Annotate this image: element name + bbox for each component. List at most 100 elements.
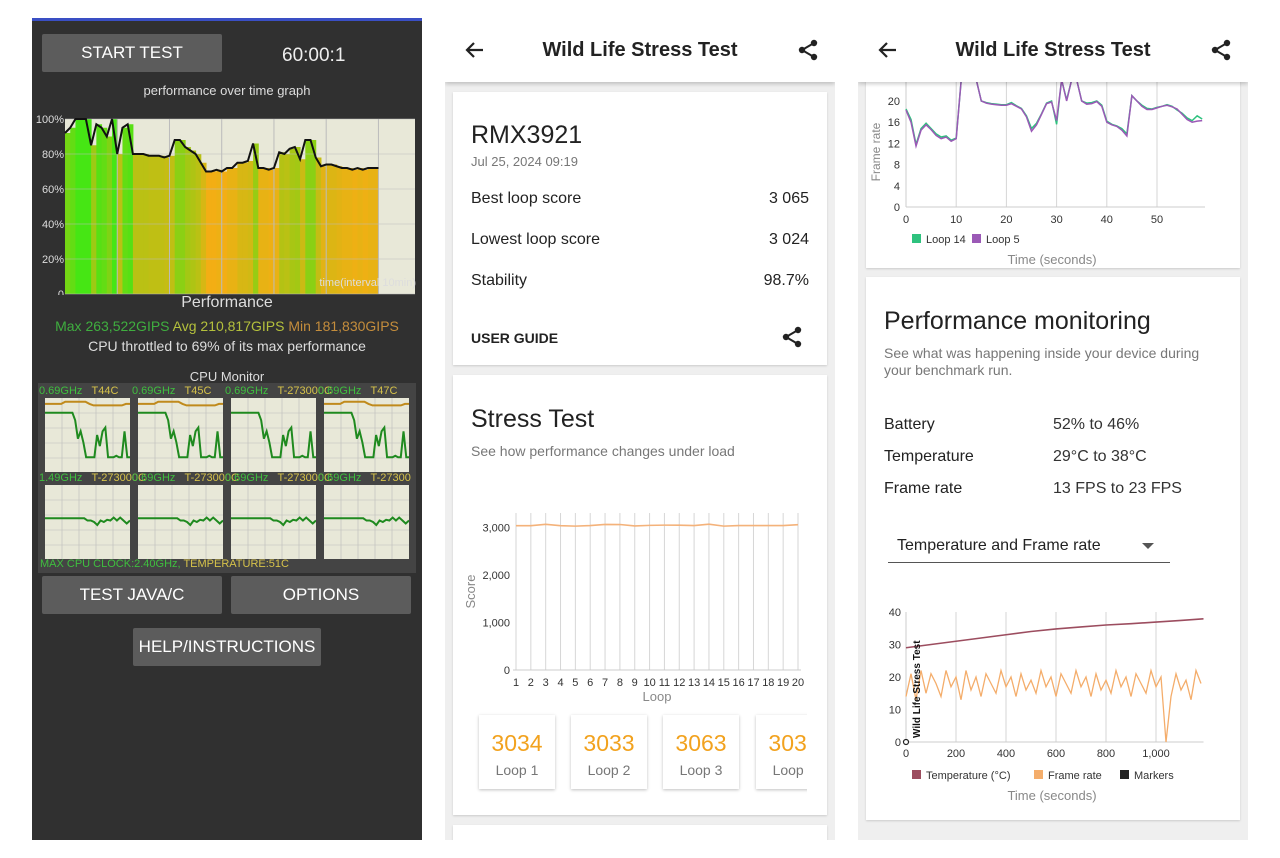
y-tick-label: 12 bbox=[888, 138, 900, 150]
core-label: 0.69GHz T-273000C bbox=[225, 472, 332, 484]
core-frequency: 0.69GHz bbox=[225, 472, 269, 484]
x-tick-label: 4 bbox=[557, 677, 563, 689]
score-chart: 1 2 3 4 5 6 7 8 9 10 11 12 13 14 15 16 17 18 19 2001,0002,0… bbox=[463, 513, 804, 704]
y-tick-label: 3,000 bbox=[482, 522, 510, 534]
x-tick-label: 5 bbox=[572, 677, 578, 689]
start-test-button[interactable]: START TEST bbox=[42, 34, 222, 72]
x-tick-label: 0 bbox=[903, 748, 909, 760]
performance-graph: 100%80%60%40%20%0 bbox=[36, 114, 415, 295]
test-java-c-button[interactable]: TEST JAVA/C bbox=[42, 576, 222, 614]
frame-rate-line bbox=[905, 667, 1202, 743]
performance-bar bbox=[91, 145, 97, 294]
core-chart bbox=[231, 398, 316, 472]
x-tick-label: 200 bbox=[947, 748, 965, 760]
y-tick-label: 16 bbox=[888, 117, 900, 129]
avg-gips: Avg 210,817GIPS bbox=[172, 318, 285, 334]
share-icon[interactable] bbox=[797, 39, 819, 61]
x-tick-label: 8 bbox=[617, 677, 623, 689]
core-chart bbox=[45, 485, 130, 559]
max-cpu-clock: MAX CPU CLOCK:2.40GHz, bbox=[40, 558, 181, 570]
y-tick-label: 40% bbox=[42, 219, 64, 231]
performance-bar bbox=[206, 171, 212, 294]
x-tick-label: 800 bbox=[1097, 748, 1115, 760]
marker-label: Wild Life Stress Test bbox=[912, 640, 923, 738]
loop-score: 3033 bbox=[583, 730, 635, 756]
score-card[interactable]: 3063 Loop 3 bbox=[663, 715, 739, 789]
battery-value: 52% to 46% bbox=[1053, 416, 1140, 433]
performance-bar bbox=[347, 168, 353, 294]
performance-bar bbox=[159, 155, 165, 294]
legend-swatch bbox=[1034, 770, 1043, 779]
performance-bar bbox=[148, 155, 155, 294]
plot-background bbox=[231, 398, 316, 472]
core-label: 0.69GHz T45C bbox=[132, 385, 224, 397]
x-tick-label: 1 bbox=[513, 677, 519, 689]
options-button[interactable]: OPTIONS bbox=[231, 576, 411, 614]
chart-type-dropdown[interactable]: Temperature and Frame rate bbox=[888, 527, 1170, 563]
performance-bar bbox=[258, 168, 265, 294]
score-card[interactable]: 3034 Loop 1 bbox=[479, 715, 555, 789]
score-card[interactable]: 3033 Loop 2 bbox=[571, 715, 647, 789]
legend-swatch bbox=[912, 770, 921, 779]
x-tick-label: 400 bbox=[997, 748, 1015, 760]
result-summary-card: RMX3921 Jul 25, 2024 09:19 Best loop sco… bbox=[453, 92, 827, 365]
y-tick-label: 60% bbox=[42, 184, 64, 196]
x-tick-label: 40 bbox=[1101, 214, 1113, 226]
y-tick-label: 8 bbox=[894, 160, 900, 172]
x-tick-label: 2 bbox=[528, 677, 534, 689]
core-temperature: T44C bbox=[91, 385, 119, 397]
score-card[interactable]: 3034 Loop 4 bbox=[756, 715, 807, 789]
core-chart bbox=[45, 398, 130, 472]
x-tick-label: 10 bbox=[643, 677, 655, 689]
share-icon[interactable] bbox=[781, 326, 803, 348]
score-card-clip: 3034 Loop 4 bbox=[753, 705, 807, 799]
frame-rate-card: 0 10 20 30 40 50 0 4 8 12 16 20 Loop 14 Loop 5 Time (s… bbox=[866, 58, 1240, 268]
x-tick-label: 17 bbox=[747, 677, 759, 689]
temperature-framerate-chart: 0 200 400 600 800 1,000 0 10 20 30 40 Wild Life Str… bbox=[889, 607, 1204, 803]
series-line bbox=[905, 82, 1203, 150]
legend-label: Loop 14 bbox=[926, 234, 966, 246]
performance-bar bbox=[326, 164, 332, 294]
user-guide-link[interactable]: USER GUIDE bbox=[471, 330, 558, 346]
plot-background bbox=[138, 398, 223, 472]
stress-test-subtitle: See how performance changes under load bbox=[471, 443, 735, 459]
performance-bar bbox=[305, 140, 312, 294]
x-tick-label: 13 bbox=[688, 677, 700, 689]
legend-swatch bbox=[912, 234, 921, 243]
loop-label: Loop 3 bbox=[679, 762, 723, 778]
performance-bar bbox=[106, 136, 113, 294]
y-tick-label: 20 bbox=[888, 96, 900, 108]
3dmark-monitoring-screen: Wild Life Stress Test 0 10 20 30 40 50 0 4 8 12 16… bbox=[858, 18, 1248, 840]
x-tick-label: 0 bbox=[903, 214, 909, 226]
score-line bbox=[515, 523, 799, 527]
temperature-value: 29°C to 38°C bbox=[1053, 448, 1147, 465]
legend-label: Loop 5 bbox=[986, 234, 1020, 246]
performance-heading: Performance bbox=[181, 294, 273, 311]
plot-background bbox=[45, 485, 130, 559]
row-value: 98.7% bbox=[763, 272, 809, 289]
performance-bar bbox=[362, 169, 369, 294]
x-tick-label: 1,000 bbox=[1142, 748, 1170, 760]
x-tick-label: 600 bbox=[1047, 748, 1065, 760]
page-title: Wild Life Stress Test bbox=[955, 39, 1151, 61]
row-label: Lowest loop score bbox=[471, 231, 600, 248]
x-tick-label: 6 bbox=[587, 677, 593, 689]
share-icon[interactable] bbox=[1210, 39, 1232, 61]
cpu-throttling-app: START TEST 60:00:1 performance over time… bbox=[32, 18, 422, 840]
lowest-loop-row: Lowest loop score 3 024 bbox=[471, 231, 809, 249]
stress-test-title: Stress Test bbox=[471, 405, 595, 433]
core-label: 0.69GHz T47C bbox=[318, 385, 410, 397]
core-temperature: T-27300 bbox=[370, 472, 411, 484]
y-tick-label: 0 bbox=[894, 202, 900, 214]
performance-bar bbox=[310, 140, 317, 294]
y-axis-label: Frame rate bbox=[869, 122, 883, 181]
performance-bar bbox=[273, 168, 280, 294]
marker-point bbox=[902, 738, 910, 746]
timer: 60:00:1 bbox=[282, 45, 346, 66]
performance-bar bbox=[367, 168, 374, 294]
row-label: Stability bbox=[471, 272, 528, 289]
help-instructions-button[interactable]: HELP/INSTRUCTIONS bbox=[133, 628, 321, 666]
x-tick-label: 14 bbox=[703, 677, 715, 689]
performance-bar bbox=[331, 164, 338, 294]
performance-bar bbox=[263, 168, 270, 294]
